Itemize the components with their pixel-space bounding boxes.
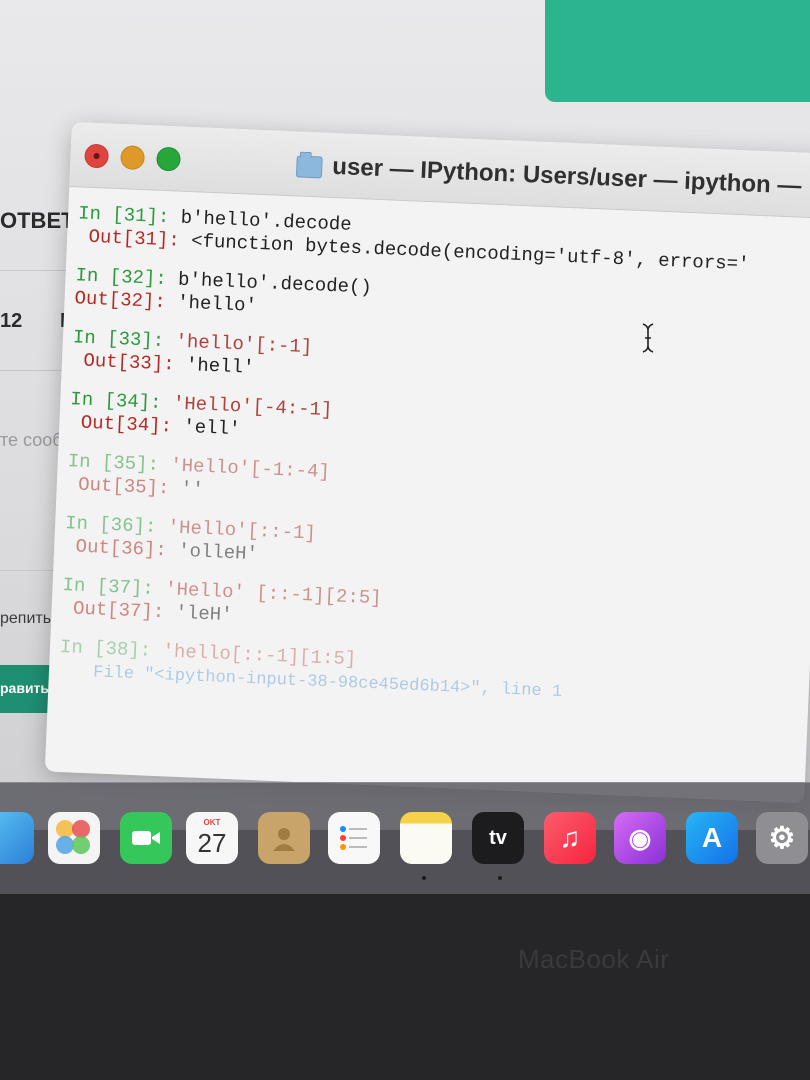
list-number: 12	[0, 310, 23, 332]
title-bar[interactable]: user — IPython: Users/user — ipython —	[69, 122, 810, 219]
photos-icon[interactable]	[48, 812, 100, 864]
out-prompt: Out[31]:	[88, 225, 181, 252]
close-button[interactable]	[84, 143, 110, 169]
in-prompt: In [31]:	[77, 202, 170, 229]
in-prompt: In [32]:	[75, 264, 168, 291]
console-entry: In [33]: 'hello'[:-1] Out[33]: 'hell'	[72, 326, 810, 403]
reminders-icon[interactable]	[328, 812, 380, 864]
facetime-icon[interactable]	[120, 812, 172, 864]
out-prompt: Out[33]:	[82, 349, 176, 376]
window-title: user — IPython: Users/user — ipython —	[331, 152, 802, 200]
console-entry: In [38]: 'hello[::-1][1:5] File "<ipytho…	[58, 636, 799, 714]
out-prompt: Out[34]:	[80, 411, 173, 438]
tv-icon[interactable]: tv	[472, 812, 524, 864]
text-cursor-icon	[642, 323, 654, 353]
laptop-bezel	[0, 894, 810, 1080]
calendar-month: OKT	[203, 817, 221, 827]
app-store-icon[interactable]: A	[686, 812, 738, 864]
console-entry: In [31]: b'hello'.decode Out[31]: <funct…	[77, 202, 810, 279]
calendar-day: 27	[197, 827, 227, 858]
out-value: 'hello'	[176, 291, 258, 317]
podcasts-icon[interactable]: ◉	[614, 812, 666, 864]
in-prompt: In [35]:	[67, 450, 160, 476]
terminal-window[interactable]: user — IPython: Users/user — ipython — I…	[44, 122, 810, 804]
folder-icon	[295, 155, 323, 179]
out-value: 'hell'	[185, 353, 255, 379]
notes-icon[interactable]	[400, 812, 452, 864]
console-entry: In [34]: 'Hello'[-4:-1] Out[34]: 'ell'	[69, 388, 810, 465]
out-prompt: Out[32]:	[74, 287, 167, 314]
contacts-icon[interactable]	[258, 812, 310, 864]
photos-petal	[72, 836, 90, 854]
out-prompt: Out[35]:	[77, 473, 170, 500]
system-preferences-icon[interactable]: ⚙	[756, 812, 808, 864]
console-output[interactable]: In [31]: b'hello'.decode Out[31]: <funct…	[58, 202, 810, 730]
teal-panel	[545, 0, 810, 102]
in-prompt: In [33]:	[72, 326, 165, 353]
finder-icon[interactable]	[0, 812, 34, 864]
console-entry: In [35]: 'Hello'[-1:-4] Out[35]: ''	[66, 450, 807, 527]
music-icon[interactable]: ♫	[544, 812, 596, 864]
screen: ОТВЕТ 12 Н: те сообщ репить фа равить на…	[0, 0, 810, 830]
in-prompt: In [34]:	[69, 388, 162, 414]
calendar-icon[interactable]: OKT 27	[186, 812, 238, 864]
console-entry: In [37]: 'Hello' [::-1][2:5] Out[37]: 'l…	[61, 574, 802, 651]
in-prompt: In [38]:	[59, 635, 152, 662]
out-prompt: Out[36]:	[75, 535, 168, 562]
in-prompt: In [37]:	[62, 574, 155, 600]
running-indicator	[422, 876, 426, 880]
console-entry: In [36]: 'Hello'[::-1] Out[36]: 'olleH'	[64, 512, 805, 589]
running-indicator	[498, 876, 502, 880]
list-glyph	[340, 826, 367, 850]
out-value: 'leH'	[175, 601, 233, 627]
brand-label: MacBook Air	[518, 944, 670, 974]
zoom-button[interactable]	[156, 146, 182, 172]
out-value: ''	[180, 477, 205, 501]
tv-label: tv	[489, 826, 507, 849]
in-prompt: In [36]:	[64, 512, 157, 538]
reply-label: ОТВЕТ	[0, 208, 75, 233]
out-value: 'ell'	[182, 415, 241, 441]
out-value: 'olleH'	[177, 539, 259, 566]
out-prompt: Out[37]:	[72, 597, 165, 624]
console-entry: In [32]: b'hello'.decode() Out[32]: 'hel…	[74, 264, 810, 341]
person-glyph	[273, 828, 295, 851]
minimize-button[interactable]	[120, 145, 146, 171]
camera-glyph	[132, 831, 160, 845]
